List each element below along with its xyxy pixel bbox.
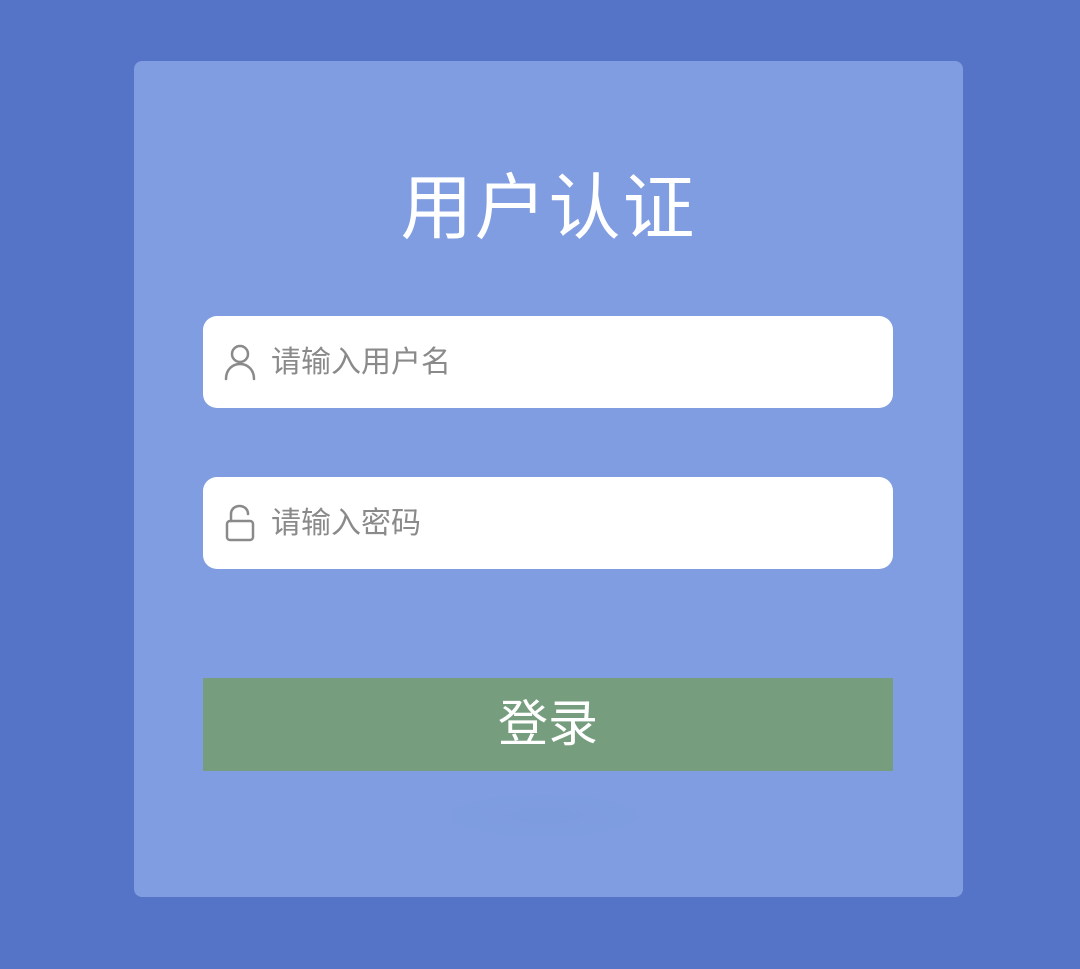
user-icon	[223, 343, 257, 381]
password-input[interactable]	[271, 477, 871, 569]
login-button[interactable]: 登录	[203, 678, 893, 771]
page-title: 用户认证	[400, 166, 697, 250]
username-field-container[interactable]	[203, 316, 893, 408]
decorative-glow	[434, 791, 654, 841]
unlock-icon	[223, 504, 257, 542]
username-input[interactable]	[271, 316, 871, 408]
login-card: 用户认证 登录	[134, 61, 963, 897]
password-field-container[interactable]	[203, 477, 893, 569]
